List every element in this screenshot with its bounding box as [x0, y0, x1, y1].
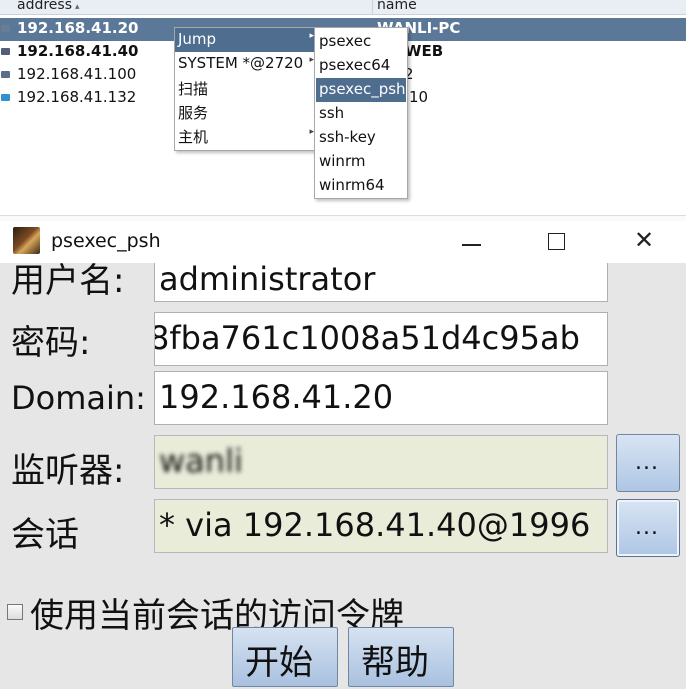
dialog-body: 用户名: administrator 密码: 8fba761c1008a51d4…: [0, 263, 686, 689]
password-field[interactable]: 8fba761c1008a51d4c95ab: [154, 312, 608, 366]
listener-field: wanli: [154, 435, 608, 489]
menu-item-scan[interactable]: 扫描: [175, 76, 317, 100]
column-separator[interactable]: [372, 0, 373, 14]
targets-table: address ▴ name 192.168.41.20 WANLI-PC 192…: [0, 0, 686, 215]
domain-value: 192.168.41.20: [159, 378, 394, 416]
submenu-item-ssh-key[interactable]: ssh-key: [316, 126, 406, 150]
host-icon: [1, 48, 10, 55]
context-menu: Jump ▸ SYSTEM *@2720 ▸ 扫描 服务 主机 ▸: [174, 27, 318, 151]
row-address: 192.168.41.40: [17, 42, 139, 60]
password-label: 密码:: [11, 323, 91, 363]
domain-label: Domain:: [11, 379, 146, 417]
submenu-item-psexec64[interactable]: psexec64: [316, 54, 406, 78]
host-icon: [1, 71, 10, 78]
menu-item-jump[interactable]: Jump ▸: [175, 28, 317, 52]
username-value: administrator: [159, 263, 376, 298]
column-header-name[interactable]: name: [377, 0, 417, 13]
ellipsis-icon: ...: [635, 515, 659, 540]
listener-picker-button[interactable]: ...: [616, 434, 680, 492]
menu-item-system-session[interactable]: SYSTEM *@2720 ▸: [175, 52, 317, 76]
start-button[interactable]: 开始: [232, 627, 338, 687]
submenu-item-winrm[interactable]: winrm: [316, 150, 406, 174]
session-label: 会话: [11, 515, 79, 555]
host-icon: [1, 94, 10, 101]
close-button[interactable]: ✕: [622, 225, 668, 259]
maximize-button[interactable]: [534, 225, 580, 259]
listener-label: 监听器:: [11, 451, 125, 491]
help-button-label: 帮助: [361, 643, 429, 683]
username-label: 用户名:: [11, 263, 125, 301]
minimize-button[interactable]: [448, 225, 494, 259]
row-name-fragment: 10: [409, 88, 429, 106]
ellipsis-icon: ...: [635, 450, 659, 475]
jump-submenu: psexec psexec64 psexec_psh ssh ssh-key w…: [314, 27, 408, 199]
column-label-address: address: [17, 0, 73, 13]
title-bar[interactable]: psexec_psh ✕: [0, 221, 686, 263]
maximize-icon: [548, 233, 565, 250]
host-icon: [1, 25, 10, 32]
table-header: address ▴ name: [0, 0, 686, 15]
start-button-label: 开始: [245, 643, 313, 683]
password-value: 8fba761c1008a51d4c95ab: [154, 319, 580, 357]
menu-item-host[interactable]: 主机 ▸: [175, 124, 317, 148]
menu-item-services[interactable]: 服务: [175, 100, 317, 124]
use-session-token-checkbox[interactable]: [7, 604, 23, 620]
session-field: * via 192.168.41.40@1996: [154, 499, 608, 553]
minimize-icon: [462, 244, 481, 246]
session-picker-button[interactable]: ...: [616, 499, 680, 557]
column-label-name: name: [377, 0, 417, 13]
listener-value: wanli: [159, 442, 243, 480]
session-value: * via 192.168.41.40@1996: [159, 506, 591, 544]
close-icon: ✕: [634, 226, 655, 254]
sort-asc-icon: ▴: [75, 2, 80, 12]
help-button[interactable]: 帮助: [348, 627, 454, 687]
submenu-item-psexec[interactable]: psexec: [316, 30, 406, 54]
psexec-psh-dialog: psexec_psh ✕ 用户名: administrator 密码: 8fba…: [0, 221, 686, 689]
domain-field[interactable]: 192.168.41.20: [154, 371, 608, 425]
column-header-address[interactable]: address ▴: [17, 0, 80, 13]
submenu-item-winrm64[interactable]: winrm64: [316, 174, 406, 198]
submenu-item-psexec-psh[interactable]: psexec_psh: [316, 78, 406, 102]
username-field[interactable]: administrator: [154, 263, 608, 302]
submenu-item-ssh[interactable]: ssh: [316, 102, 406, 126]
row-address: 192.168.41.100: [17, 65, 137, 83]
row-address: 192.168.41.132: [17, 88, 137, 106]
dialog-title: psexec_psh: [51, 230, 161, 252]
row-address: 192.168.41.20: [17, 19, 139, 37]
app-icon: [13, 227, 40, 254]
